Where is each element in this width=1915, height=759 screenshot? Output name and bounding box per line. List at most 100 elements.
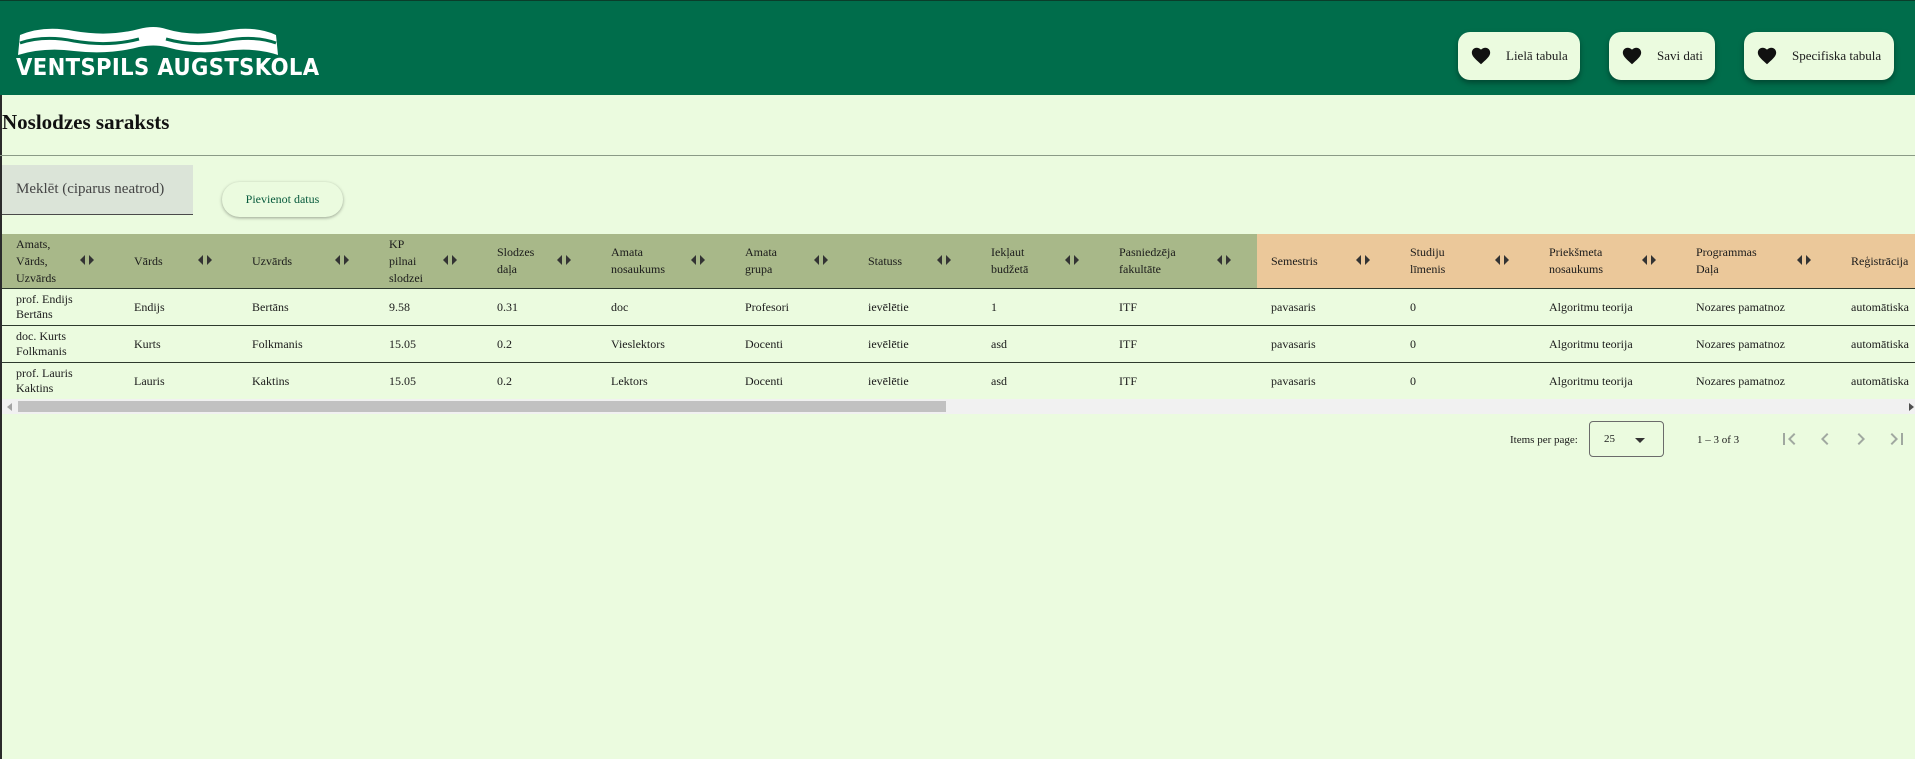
sort-arrows-icon[interactable] xyxy=(814,254,828,266)
nav-button-savi-dati[interactable]: Savi dati xyxy=(1609,32,1715,80)
column-header[interactable]: Amats, Vārds, Uzvārds xyxy=(2,234,120,288)
column-header[interactable]: Reģistrācija xyxy=(1837,234,1915,288)
heart-icon xyxy=(1757,47,1777,65)
sort-arrows-icon[interactable] xyxy=(80,254,94,266)
sort-arrows-icon[interactable] xyxy=(691,254,705,266)
table-cell: Nozares pamatnoz xyxy=(1696,299,1785,314)
items-per-page-value: 25 xyxy=(1604,433,1615,445)
table-cell: 0 xyxy=(1410,336,1416,351)
data-table: Amats, Vārds, Uzvārds Vārds Uzvārds KP piln… xyxy=(2,234,1915,414)
app-header: VENTSPILS AUGSTSKOLA Lielā tabula Savi d… xyxy=(0,0,1915,95)
sort-arrows-icon[interactable] xyxy=(1495,254,1509,266)
table-cell: Algoritmu teorija xyxy=(1549,299,1633,314)
table-cell: asd xyxy=(991,373,1007,388)
column-header-label: Slodzes daļa xyxy=(497,245,535,276)
column-header[interactable]: Statuss xyxy=(854,234,977,288)
column-header[interactable]: KP pilnai slodzei xyxy=(375,234,483,288)
table-cell: 15.05 xyxy=(389,336,416,351)
table-header: Amats, Vārds, Uzvārds Vārds Uzvārds KP piln… xyxy=(2,234,1915,288)
table-cell: pavasaris xyxy=(1271,299,1316,314)
table-cell: ITF xyxy=(1119,299,1137,314)
table-cell: 0.2 xyxy=(497,336,512,351)
divider xyxy=(0,155,1915,156)
scroll-right-icon[interactable] xyxy=(1909,403,1914,411)
first-page-icon[interactable] xyxy=(1777,427,1801,451)
table-cell: Kurts xyxy=(134,336,161,351)
last-page-icon[interactable] xyxy=(1885,427,1909,451)
caret-down-icon xyxy=(1635,438,1645,443)
heart-icon xyxy=(1622,47,1642,65)
scrollbar-thumb[interactable] xyxy=(18,401,946,412)
table-cell: ITF xyxy=(1119,336,1137,351)
items-per-page-select[interactable]: 25 xyxy=(1589,421,1664,457)
table-cell: doc. Kurts Folkmanis xyxy=(16,329,67,358)
table-cell: automātiska xyxy=(1851,336,1909,351)
nav-button-specifiska-tabula[interactable]: Specifiska tabula xyxy=(1744,32,1894,80)
column-header-label: Pasniedzēja fakultāte xyxy=(1119,245,1176,276)
scroll-left-icon[interactable] xyxy=(7,403,12,411)
sort-arrows-icon[interactable] xyxy=(1642,254,1656,266)
sort-arrows-icon[interactable] xyxy=(443,254,457,266)
next-page-icon[interactable] xyxy=(1849,427,1873,451)
logo[interactable]: VENTSPILS AUGSTSKOLA xyxy=(14,25,319,81)
column-header-label: Reģistrācija xyxy=(1851,253,1909,268)
column-header-label: Statuss xyxy=(868,253,903,268)
column-header-label: Amata nosaukums xyxy=(611,245,665,276)
table-cell: Docenti xyxy=(745,336,783,351)
table-row[interactable]: doc. Kurts Folkmanis Kurts Folkmanis 15.05 0… xyxy=(2,325,1915,362)
sort-arrows-icon[interactable] xyxy=(1356,254,1370,266)
column-header[interactable]: Pasniedzēja fakultāte xyxy=(1105,234,1257,288)
table-cell: 9.58 xyxy=(389,299,410,314)
search-input[interactable] xyxy=(2,165,193,214)
column-header-label: Priekšmeta nosaukums xyxy=(1549,245,1603,276)
table-cell: ievēlētie xyxy=(868,336,909,351)
table-cell: ievēlētie xyxy=(868,299,909,314)
column-header[interactable]: Amata nosaukums xyxy=(597,234,731,288)
horizontal-scrollbar[interactable] xyxy=(2,399,1915,414)
table-cell: asd xyxy=(991,336,1007,351)
column-header[interactable]: Programmas Daļa xyxy=(1682,234,1837,288)
sort-arrows-icon[interactable] xyxy=(557,254,571,266)
table-cell: Nozares pamatnoz xyxy=(1696,373,1785,388)
sort-arrows-icon[interactable] xyxy=(1797,254,1811,266)
table-cell: Lauris xyxy=(134,373,165,388)
heart-icon xyxy=(1471,47,1491,65)
column-header[interactable]: Semestris xyxy=(1257,234,1396,288)
column-header[interactable]: Slodzes daļa xyxy=(483,234,597,288)
table-row[interactable]: prof. Endijs Bertāns Endijs Bertāns 9.58 0.3… xyxy=(2,288,1915,325)
column-header[interactable]: Iekļaut budžetā xyxy=(977,234,1105,288)
search-field[interactable] xyxy=(2,165,193,215)
table-cell: Profesori xyxy=(745,299,789,314)
table-cell: 0 xyxy=(1410,299,1416,314)
page-title: Noslodzes saraksts xyxy=(2,110,170,134)
nav-label: Specifiska tabula xyxy=(1792,48,1882,63)
column-header[interactable]: Priekšmeta nosaukums xyxy=(1535,234,1682,288)
sort-arrows-icon[interactable] xyxy=(1065,254,1079,266)
table-cell: pavasaris xyxy=(1271,336,1316,351)
sort-arrows-icon[interactable] xyxy=(1217,254,1231,266)
sort-arrows-icon[interactable] xyxy=(937,254,951,266)
table-cell: Bertāns xyxy=(252,299,289,314)
column-header[interactable]: Vārds xyxy=(120,234,238,288)
table-cell: Folkmanis xyxy=(252,336,303,351)
column-header-label: Vārds xyxy=(134,253,163,268)
column-header-label: KP pilnai slodzei xyxy=(389,236,423,285)
column-header[interactable]: Studiju līmenis xyxy=(1396,234,1535,288)
sort-arrows-icon[interactable] xyxy=(335,254,349,266)
table-cell: Endijs xyxy=(134,299,165,314)
column-header-label: Programmas Daļa xyxy=(1696,245,1757,276)
column-header[interactable]: Uzvārds xyxy=(238,234,375,288)
table-cell: Nozares pamatnoz xyxy=(1696,336,1785,351)
table-cell: pavasaris xyxy=(1271,373,1316,388)
logo-text: VENTSPILS AUGSTSKOLA xyxy=(16,55,320,81)
table-cell: 15.05 xyxy=(389,373,416,388)
previous-page-icon[interactable] xyxy=(1813,427,1837,451)
nav-button-liela-tabula[interactable]: Lielā tabula xyxy=(1458,32,1580,80)
table-cell: 1 xyxy=(991,299,997,314)
sort-arrows-icon[interactable] xyxy=(198,254,212,266)
column-header[interactable]: Amata grupa xyxy=(731,234,854,288)
table-row[interactable]: prof. Lauris Kaktins Lauris Kaktins 15.05 0.… xyxy=(2,362,1915,399)
add-data-button[interactable]: Pievienot datus xyxy=(222,182,343,217)
column-header-label: Iekļaut budžetā xyxy=(991,245,1029,276)
table-cell: 0 xyxy=(1410,373,1416,388)
